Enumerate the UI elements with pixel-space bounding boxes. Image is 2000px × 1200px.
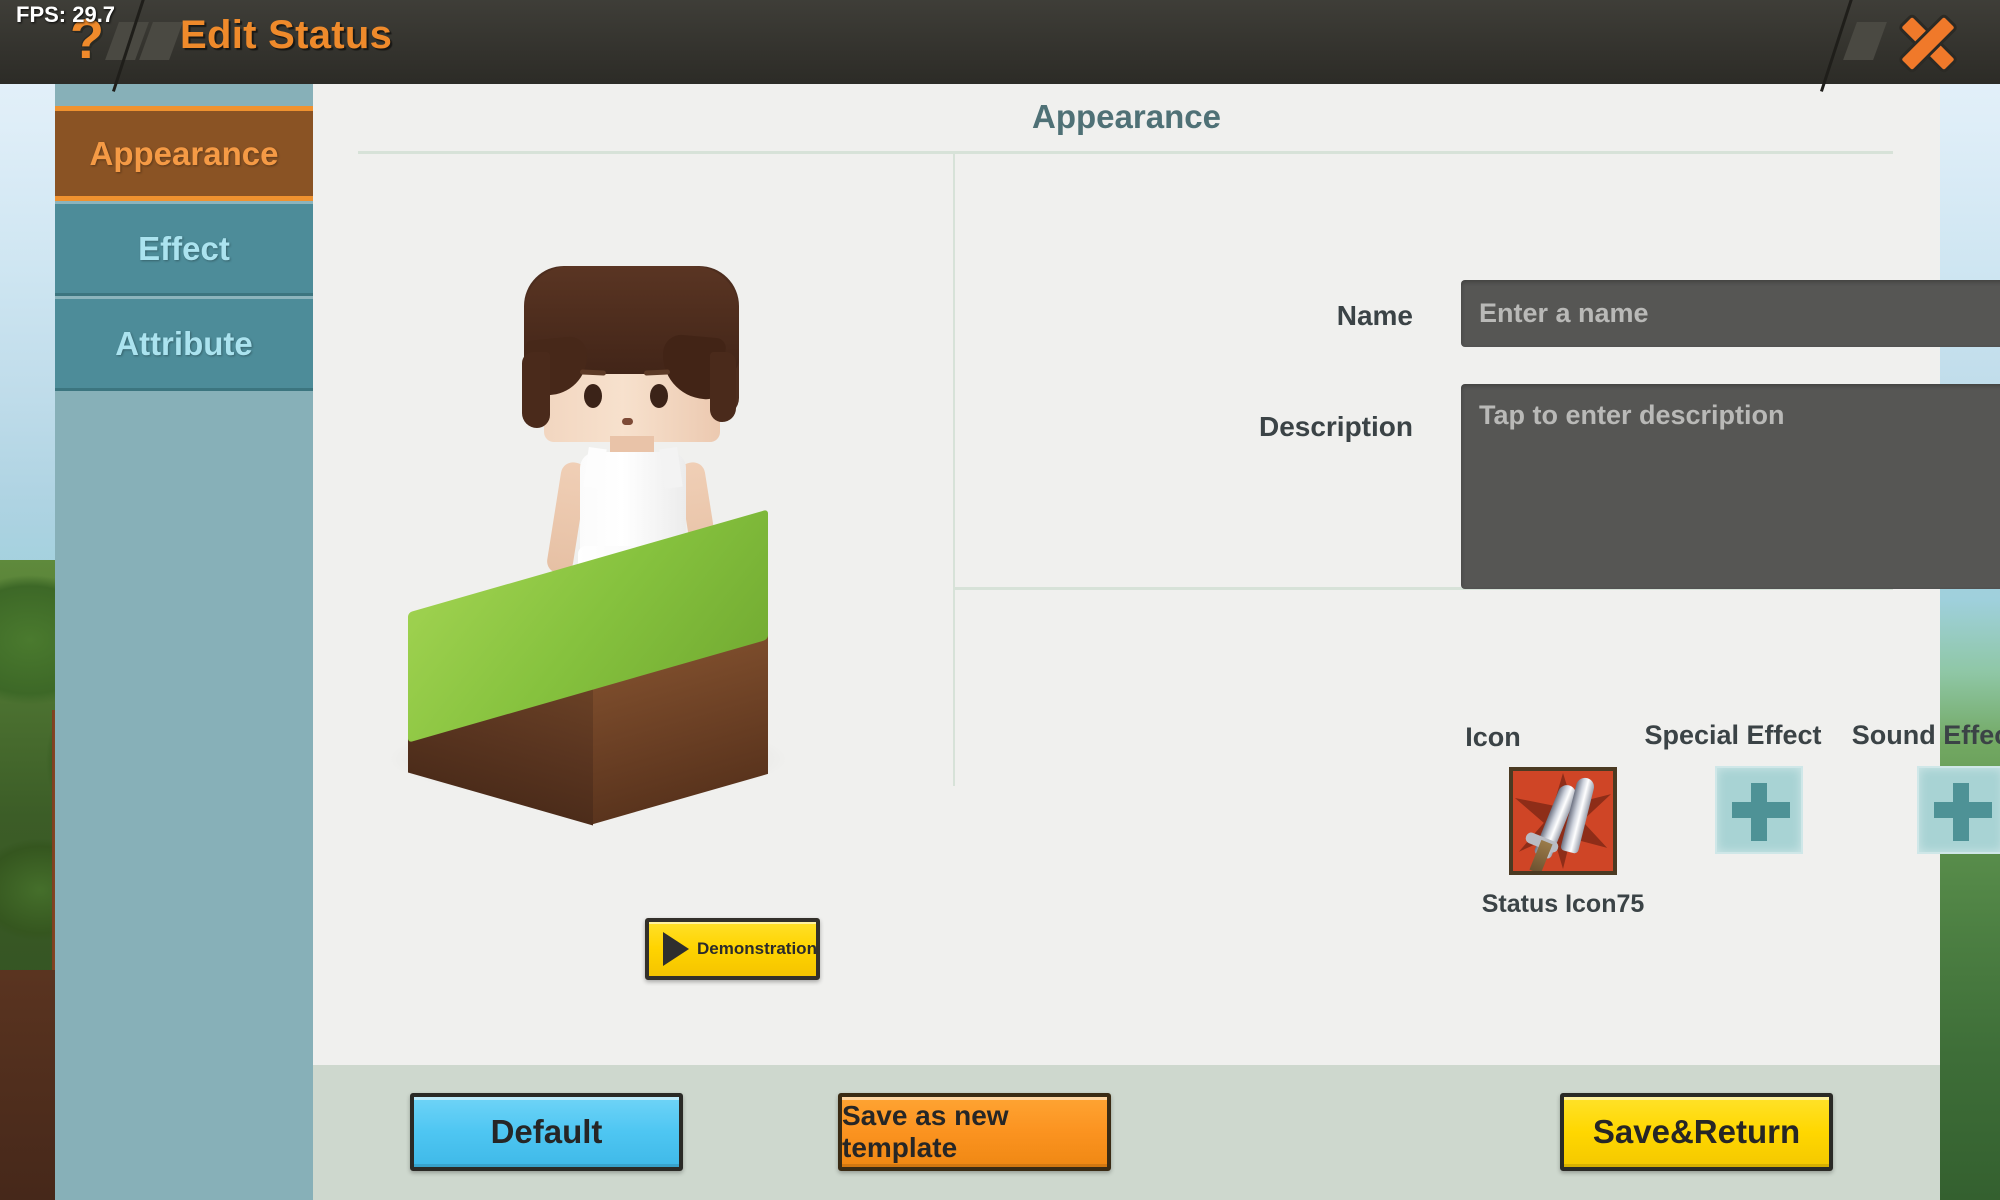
save-and-return-label: Save&Return	[1592, 1113, 1801, 1150]
sidebar-item-label: Effect	[138, 229, 230, 267]
title-bar: FPS: 29.7 ? Edit Status	[0, 0, 2000, 92]
sidebar-item-appearance[interactable]: Appearance	[55, 106, 313, 201]
status-icon-slot[interactable]	[1509, 767, 1617, 875]
default-button[interactable]: Default	[410, 1093, 683, 1171]
section-heading: Appearance	[1032, 98, 1221, 135]
sidebar-item-label: Attribute	[115, 324, 253, 362]
demonstration-button-label: Demonstration	[697, 939, 817, 958]
save-as-new-template-button[interactable]: Save as new template	[838, 1093, 1111, 1171]
sidebar-spacer-top	[55, 84, 313, 106]
character-eye-left	[584, 384, 602, 408]
dialog-body: Appearance Demonstration Name Enter a na…	[313, 84, 2000, 1065]
name-input[interactable]	[1461, 280, 2000, 347]
add-special-effect-button[interactable]	[1715, 766, 1803, 854]
character-hair-side-left	[522, 352, 550, 428]
character-eye-right	[650, 384, 668, 408]
character-hair-side-right	[710, 352, 736, 422]
character-preview[interactable]	[313, 156, 951, 856]
sidebar-item-effect[interactable]: Effect	[55, 201, 313, 296]
save-as-new-template-label: Save as new template	[842, 1100, 1009, 1163]
plus-icon	[1934, 802, 1992, 818]
grass-block-platform	[386, 509, 808, 826]
heading-divider	[358, 151, 1893, 154]
add-sound-effect-button[interactable]	[1917, 766, 2000, 854]
character-mouth	[622, 418, 633, 425]
fps-counter: FPS: 29.7	[16, 2, 116, 27]
description-input[interactable]	[1461, 384, 2000, 589]
sidebar-item-label: Appearance	[89, 134, 279, 172]
dialog-footer: Default Save as new template Save&Return	[313, 1065, 1940, 1200]
save-and-return-button[interactable]: Save&Return	[1560, 1093, 1833, 1171]
play-icon	[663, 932, 689, 966]
demonstration-button[interactable]: Demonstration	[645, 918, 820, 980]
sound-effect-label: Sound Effect	[1851, 720, 2000, 750]
description-label: Description	[1258, 411, 1413, 442]
page-title: Edit Status	[180, 13, 393, 57]
edit-status-dialog: Appearance Demonstration Name Enter a na…	[313, 84, 2000, 1200]
name-label: Name	[1336, 300, 1413, 331]
sidebar: Appearance Effect Attribute	[55, 84, 313, 1200]
default-button-label: Default	[490, 1113, 603, 1150]
vertical-divider	[953, 154, 955, 786]
close-button[interactable]	[1894, 10, 1962, 76]
status-icon-caption: Status Icon75	[1481, 890, 1645, 918]
icon-slot-label: Icon	[1465, 722, 1521, 752]
plus-icon	[1732, 802, 1790, 818]
sidebar-item-attribute[interactable]: Attribute	[55, 296, 313, 391]
